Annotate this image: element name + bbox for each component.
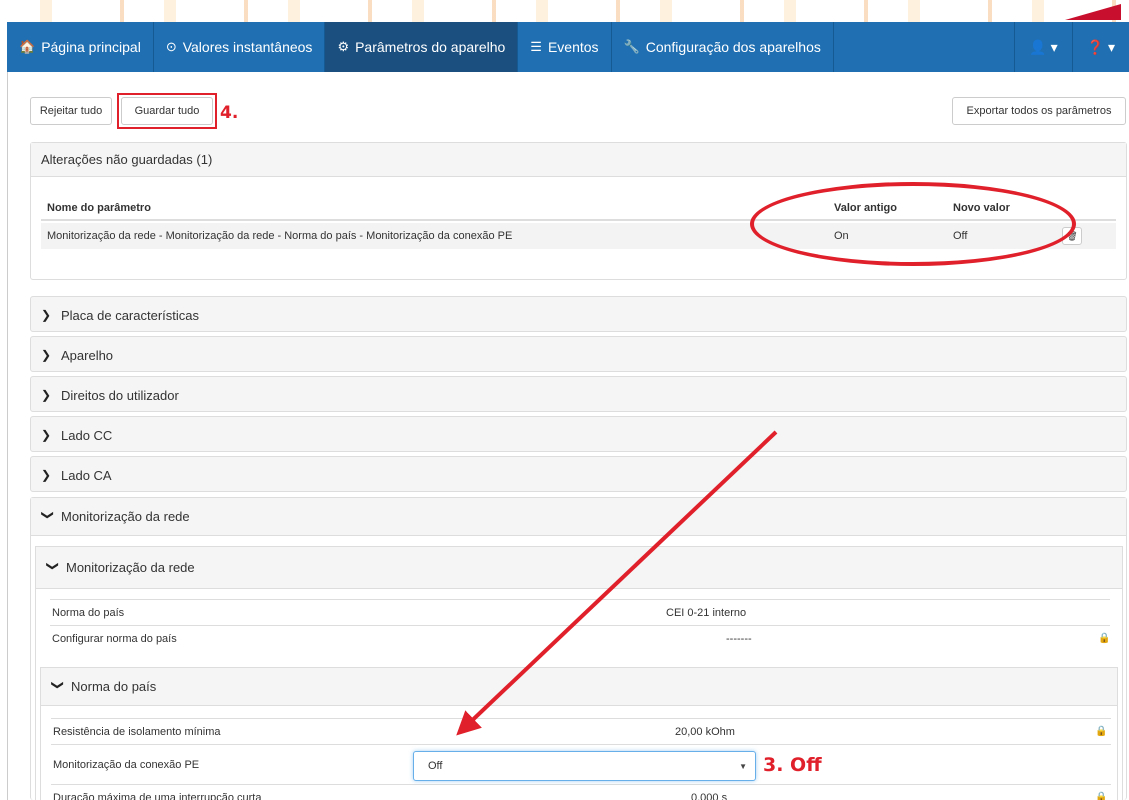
top-banner — [0, 0, 1129, 22]
nav-instant-values[interactable]: ⊙ Valores instantâneos — [154, 22, 326, 72]
section-nameplate[interactable]: ❯ Placa de características — [30, 296, 1127, 332]
section-label: Lado CA — [61, 467, 112, 483]
grid-monitoring-sub-header[interactable]: ❯ Monitorização da rede — [36, 547, 1122, 589]
param-row-country-norm: Norma do país CEI 0-21 interno — [50, 599, 1110, 625]
param-value: 20,00 kOhm — [675, 725, 735, 738]
section-user-rights[interactable]: ❯ Direitos do utilizador — [30, 376, 1127, 412]
param-row-min-insulation: Resistência de isolamento mínima 20,00 k… — [51, 718, 1111, 744]
export-all-button[interactable]: Exportar todos os parâmetros — [952, 97, 1126, 125]
gear-icon: ⚙ — [337, 39, 350, 54]
step-4-annotation: 4. — [220, 103, 239, 123]
gauge-icon: ⊙ — [165, 39, 177, 54]
nav-events[interactable]: ☰ Eventos — [518, 22, 612, 72]
pe-connection-select[interactable]: Off ▼ — [413, 751, 756, 781]
param-value: ------- — [726, 632, 752, 645]
home-icon: 🏠 — [19, 39, 36, 54]
section-device[interactable]: ❯ Aparelho — [30, 336, 1127, 372]
nav-right-group: 👤 ▾ ❓ ▾ — [1014, 22, 1129, 72]
chevron-right-icon: ❯ — [41, 348, 52, 362]
subsection-label: Monitorização da rede — [66, 560, 195, 575]
subsection-label: Norma do país — [71, 679, 157, 694]
header-parameter-name: Nome do parâmetro — [47, 202, 151, 214]
nav-home-label: Página principal — [41, 39, 141, 55]
save-highlight-box — [117, 93, 217, 129]
page-border — [7, 72, 8, 800]
row-parameter-name: Monitorização da rede - Monitorização da… — [47, 230, 513, 242]
param-row-short-interruption: Duração máxima de uma interrupção curta … — [51, 784, 1111, 800]
grid-monitoring-header[interactable]: ❯ Monitorização da rede — [31, 498, 1126, 536]
section-label: Direitos do utilizador — [61, 387, 179, 403]
nav-device-config[interactable]: 🔧 Configuração dos aparelhos — [612, 22, 834, 72]
reject-all-button[interactable]: Rejeitar tudo — [30, 97, 112, 125]
wrench-icon: 🔧 — [623, 39, 640, 54]
select-value: Off — [428, 760, 443, 772]
main-navbar: 🏠 Página principal ⊙ Valores instantâneo… — [7, 22, 1129, 72]
nav-home[interactable]: 🏠 Página principal — [7, 22, 154, 72]
param-row-configure-country-norm: Configurar norma do país ------- 🔒 — [50, 625, 1110, 651]
country-norm-header[interactable]: ❯ Norma do país — [41, 668, 1117, 706]
nav-instant-values-label: Valores instantâneos — [182, 39, 313, 55]
help-menu-icon[interactable]: ❓ ▾ — [1071, 22, 1129, 72]
user-menu-icon[interactable]: 👤 ▾ — [1014, 22, 1071, 72]
value-highlight-ellipse — [750, 182, 1076, 266]
section-label: Monitorização da rede — [61, 509, 190, 524]
param-label: Monitorização da conexão PE — [53, 758, 200, 771]
chevron-down-icon: ❯ — [41, 509, 55, 520]
param-value: CEI 0-21 interno — [666, 606, 747, 619]
section-ac-side[interactable]: ❯ Lado CA — [30, 456, 1127, 492]
section-dc-side[interactable]: ❯ Lado CC — [30, 416, 1127, 452]
lock-icon: 🔒 — [1095, 792, 1108, 800]
chevron-right-icon: ❯ — [41, 388, 52, 402]
unsaved-changes-title: Alterações não guardadas (1) — [31, 143, 1126, 177]
chevron-right-icon: ❯ — [41, 308, 52, 322]
chevron-down-icon: ❯ — [51, 679, 65, 690]
param-label: Resistência de isolamento mínima — [53, 725, 221, 738]
chevron-down-icon: ❯ — [46, 560, 60, 571]
param-value: 0,000 s — [691, 791, 728, 800]
nav-device-config-label: Configuração dos aparelhos — [645, 39, 821, 55]
param-label: Norma do país — [52, 606, 125, 619]
param-label: Duração máxima de uma interrupção curta — [53, 791, 262, 800]
nav-device-parameters[interactable]: ⚙ Parâmetros do aparelho — [325, 22, 519, 72]
banner-stripes — [0, 0, 1129, 22]
list-icon: ☰ — [530, 39, 542, 54]
param-label: Configurar norma do país — [52, 632, 177, 645]
chevron-right-icon: ❯ — [41, 428, 52, 442]
step-3-annotation: 3. Off — [763, 754, 822, 776]
caret-down-icon: ▼ — [739, 761, 747, 771]
lock-icon: 🔒 — [1095, 726, 1108, 737]
lock-icon: 🔒 — [1098, 633, 1111, 644]
section-label: Placa de características — [61, 307, 200, 323]
chevron-right-icon: ❯ — [41, 468, 52, 482]
section-label: Lado CC — [61, 427, 113, 443]
nav-device-parameters-label: Parâmetros do aparelho — [355, 39, 506, 55]
nav-events-label: Eventos — [547, 39, 599, 55]
section-label: Aparelho — [61, 347, 114, 363]
